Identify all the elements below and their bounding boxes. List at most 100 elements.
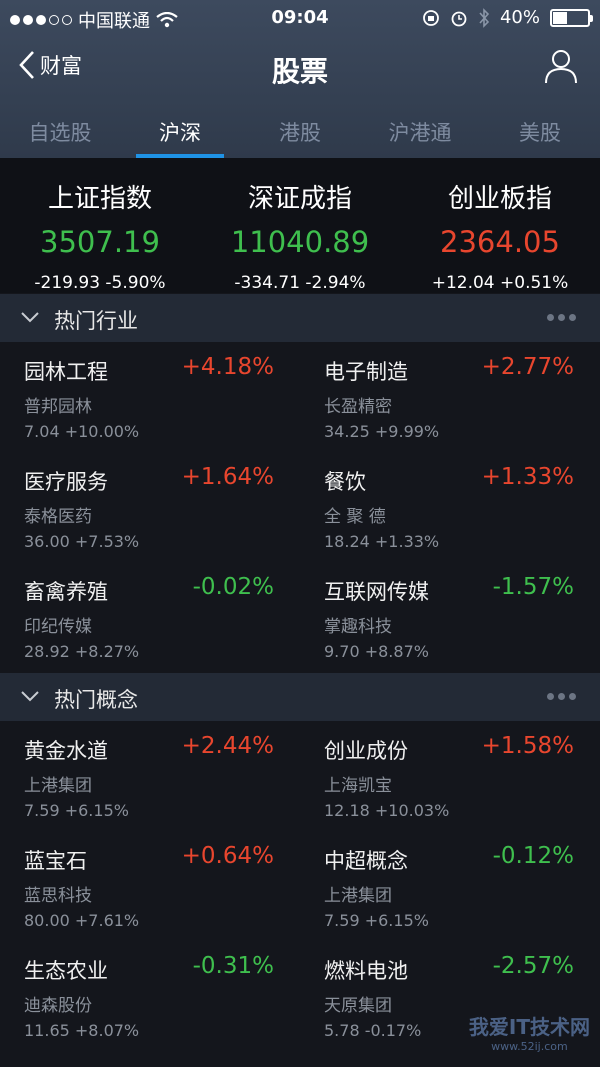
leading-stock-price: 7.59 +6.15% <box>24 801 129 820</box>
index-shanghai[interactable]: 上证指数 3507.19 -219.93 -5.90% <box>0 158 200 293</box>
sector-name: 燃料电池 <box>324 959 408 983</box>
leading-stock: 迪森股份 <box>24 996 92 1016</box>
list-item[interactable]: 电子制造 +2.77% 长盈精密 34.25 +9.99% <box>300 342 600 452</box>
hot-industries-grid: 园林工程 +4.18% 普邦园林 7.04 +10.00% 电子制造 +2.77… <box>0 342 600 672</box>
section-title: 热门行业 <box>54 309 138 333</box>
leading-stock-price: 80.00 +7.61% <box>24 911 140 930</box>
sector-name: 餐饮 <box>324 470 366 494</box>
leading-stock: 印纪传媒 <box>24 617 92 637</box>
status-bar: 中国联通 09:04 40% <box>0 0 600 36</box>
watermark: 我爱IT技术网 www.52ij.com <box>469 1011 590 1053</box>
leading-stock-price: 7.59 +6.15% <box>324 911 429 930</box>
sector-name: 医疗服务 <box>24 470 108 494</box>
watermark-url: www.52ij.com <box>491 1040 568 1053</box>
sector-change: -0.02% <box>192 574 274 600</box>
leading-stock-price: 9.70 +8.87% <box>324 642 429 661</box>
index-value: 11040.89 <box>230 225 370 259</box>
leading-stock: 上海凯宝 <box>324 776 392 796</box>
sector-change: +4.18% <box>181 354 274 380</box>
index-value: 2364.05 <box>440 225 560 259</box>
index-change: -219.93 -5.90% <box>34 273 166 293</box>
sector-name: 电子制造 <box>324 360 408 384</box>
list-item[interactable]: 蓝宝石 +0.64% 蓝思科技 80.00 +7.61% <box>0 831 300 941</box>
index-value: 3507.19 <box>40 225 160 259</box>
leading-stock: 普邦园林 <box>24 397 92 417</box>
list-item[interactable]: 畜禽养殖 -0.02% 印纪传媒 28.92 +8.27% <box>0 562 300 672</box>
index-summary: 上证指数 3507.19 -219.93 -5.90% 深证成指 11040.8… <box>0 158 600 293</box>
leading-stock-price: 28.92 +8.27% <box>24 642 140 661</box>
tab-stock-connect[interactable]: 沪港通 <box>360 103 480 158</box>
sector-change: -0.31% <box>192 953 274 979</box>
chevron-down-icon <box>21 312 39 323</box>
list-item[interactable]: 中超概念 -0.12% 上港集团 7.59 +6.15% <box>300 831 600 941</box>
list-item[interactable]: 互联网传媒 -1.57% 掌趣科技 9.70 +8.87% <box>300 562 600 672</box>
sector-name: 园林工程 <box>24 360 108 384</box>
sector-change: +1.58% <box>481 733 574 759</box>
leading-stock: 上港集团 <box>24 776 92 796</box>
section-title: 热门概念 <box>54 688 138 712</box>
sector-change: +0.64% <box>181 843 274 869</box>
leading-stock: 蓝思科技 <box>24 886 92 906</box>
sector-name: 创业成份 <box>324 739 408 763</box>
sector-name: 互联网传媒 <box>324 580 429 604</box>
leading-stock-price: 12.18 +10.03% <box>324 801 450 820</box>
leading-stock: 上港集团 <box>324 886 392 906</box>
section-header-hot-concepts[interactable]: 热门概念 <box>0 673 600 721</box>
section-header-hot-industries[interactable]: 热门行业 <box>0 294 600 342</box>
leading-stock: 全 聚 德 <box>324 507 386 527</box>
tab-shanghai-shenzhen[interactable]: 沪深 <box>120 103 240 158</box>
alarm-icon <box>451 11 467 26</box>
index-shenzhen[interactable]: 深证成指 11040.89 -334.71 -2.94% <box>200 158 400 293</box>
list-item[interactable]: 园林工程 +4.18% 普邦园林 7.04 +10.00% <box>0 342 300 452</box>
leading-stock: 天原集团 <box>324 996 392 1016</box>
more-icon[interactable] <box>547 314 576 321</box>
battery-icon <box>550 8 593 27</box>
leading-stock: 泰格医药 <box>24 507 92 527</box>
watermark-text: 我爱IT技术网 <box>468 1015 590 1039</box>
page-title: 股票 <box>271 55 328 88</box>
sector-name: 黄金水道 <box>24 739 108 763</box>
bluetooth-icon <box>479 7 490 28</box>
sector-name: 生态农业 <box>24 959 108 983</box>
tab-hongkong[interactable]: 港股 <box>240 103 360 158</box>
index-change: -334.71 -2.94% <box>234 273 366 293</box>
header-area: 中国联通 09:04 40% 财富 股票 自选股 沪深 港股 沪港通 美股 <box>0 0 600 158</box>
index-change: +12.04 +0.51% <box>431 273 569 293</box>
sector-name: 蓝宝石 <box>24 849 87 873</box>
leading-stock-price: 36.00 +7.53% <box>24 532 140 551</box>
index-name: 上证指数 <box>47 184 152 214</box>
leading-stock-price: 7.04 +10.00% <box>24 422 140 441</box>
tab-watchlist[interactable]: 自选股 <box>0 103 120 158</box>
leading-stock-price: 5.78 -0.17% <box>324 1021 422 1040</box>
leading-stock-price: 34.25 +9.99% <box>324 422 440 441</box>
list-item[interactable]: 餐饮 +1.33% 全 聚 德 18.24 +1.33% <box>300 452 600 562</box>
sector-change: +1.64% <box>181 464 274 490</box>
more-icon[interactable] <box>547 693 576 700</box>
sector-name: 畜禽养殖 <box>24 580 108 604</box>
list-item[interactable]: 黄金水道 +2.44% 上港集团 7.59 +6.15% <box>0 721 300 831</box>
index-chinext[interactable]: 创业板指 2364.05 +12.04 +0.51% <box>400 158 600 293</box>
leading-stock: 掌趣科技 <box>324 617 392 637</box>
chevron-down-icon <box>21 691 39 702</box>
list-item[interactable]: 生态农业 -0.31% 迪森股份 11.65 +8.07% <box>0 941 300 1051</box>
leading-stock-price: 11.65 +8.07% <box>24 1021 140 1040</box>
leading-stock-price: 18.24 +1.33% <box>324 532 440 551</box>
sector-change: -0.12% <box>492 843 574 869</box>
battery-percent: 40% <box>499 7 540 28</box>
market-tabs: 自选股 沪深 港股 沪港通 美股 <box>0 103 600 158</box>
index-name: 创业板指 <box>447 184 552 214</box>
orientation-lock-icon <box>423 9 439 26</box>
tab-us-stocks[interactable]: 美股 <box>480 103 600 158</box>
leading-stock: 长盈精密 <box>324 397 392 417</box>
sector-name: 中超概念 <box>324 849 408 873</box>
user-icon[interactable] <box>544 48 578 84</box>
list-item[interactable]: 医疗服务 +1.64% 泰格医药 36.00 +7.53% <box>0 452 300 562</box>
index-name: 深证成指 <box>247 184 352 214</box>
sector-change: -1.57% <box>492 574 574 600</box>
nav-bar: 财富 股票 <box>0 36 600 100</box>
sector-change: +2.44% <box>181 733 274 759</box>
sector-change: +1.33% <box>481 464 574 490</box>
sector-change: -2.57% <box>492 953 574 979</box>
sector-change: +2.77% <box>481 354 574 380</box>
list-item[interactable]: 创业成份 +1.58% 上海凯宝 12.18 +10.03% <box>300 721 600 831</box>
